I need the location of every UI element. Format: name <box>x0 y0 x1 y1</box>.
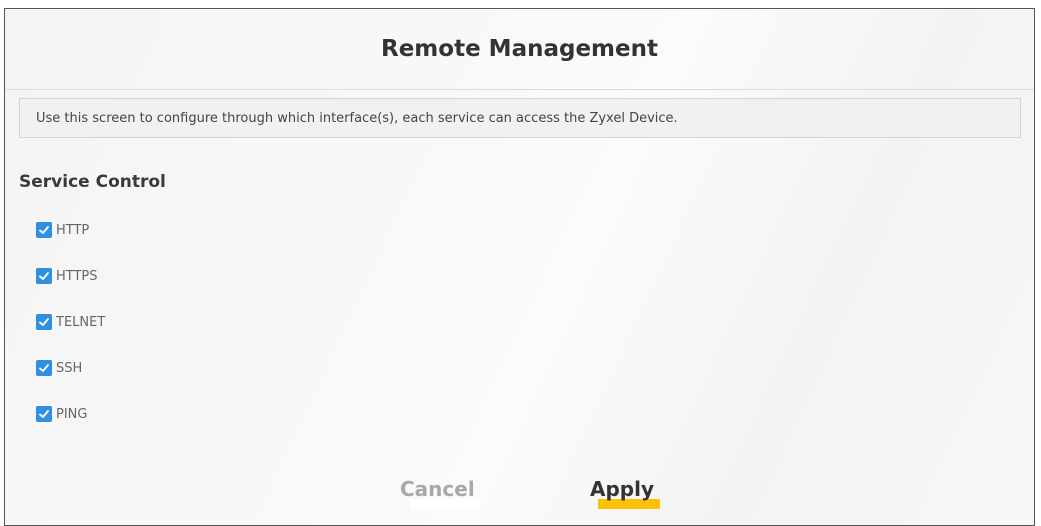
title-bar: Remote Management <box>5 9 1034 90</box>
https-checkbox[interactable] <box>36 268 52 284</box>
ssh-checkbox[interactable] <box>36 360 52 376</box>
service-row-ping[interactable]: PING <box>36 404 87 424</box>
checkmark-icon <box>39 226 49 234</box>
http-checkbox[interactable] <box>36 222 52 238</box>
service-row-https[interactable]: HTTPS <box>36 266 98 286</box>
http-label: HTTP <box>56 222 90 238</box>
checkmark-icon <box>39 272 49 280</box>
checkmark-icon <box>39 318 49 326</box>
description-box: Use this screen to configure through whi… <box>19 98 1021 138</box>
cancel-button[interactable]: Cancel <box>400 477 480 509</box>
page-title: Remote Management <box>381 36 658 62</box>
remote-management-panel: Remote Management Use this screen to con… <box>4 8 1035 526</box>
checkmark-icon <box>39 364 49 372</box>
service-row-http[interactable]: HTTP <box>36 220 89 240</box>
figure-caption-strip <box>0 0 1041 6</box>
service-row-ssh[interactable]: SSH <box>36 358 82 378</box>
cancel-label: Cancel <box>400 477 475 501</box>
apply-label: Apply <box>590 477 655 501</box>
ping-checkbox[interactable] <box>36 406 52 422</box>
checkmark-icon <box>39 410 49 418</box>
service-row-telnet[interactable]: TELNET <box>36 312 105 332</box>
description-text: Use this screen to configure through whi… <box>36 110 678 126</box>
service-control-title: Service Control <box>19 172 166 192</box>
telnet-checkbox[interactable] <box>36 314 52 330</box>
https-label: HTTPS <box>56 268 98 284</box>
ping-label: PING <box>56 406 88 422</box>
telnet-label: TELNET <box>56 314 106 330</box>
ssh-label: SSH <box>56 360 83 376</box>
apply-button[interactable]: Apply <box>590 477 661 509</box>
